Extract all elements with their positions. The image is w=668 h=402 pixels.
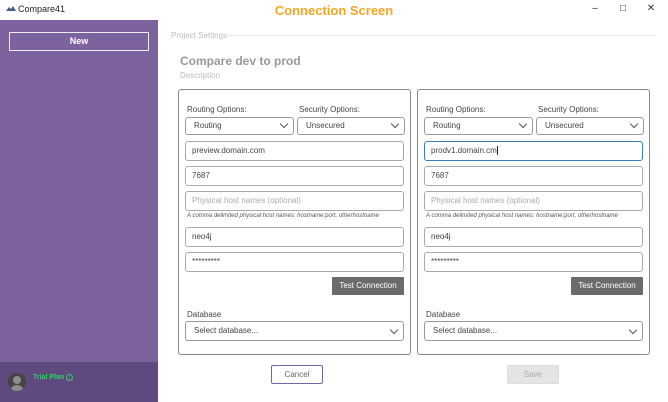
chevron-down-icon <box>389 325 399 335</box>
project-name-field[interactable]: Compare dev to prod <box>180 54 301 68</box>
port-input[interactable]: 7687 <box>424 166 643 186</box>
test-connection-button[interactable]: Test Connection <box>332 277 404 295</box>
text-cursor <box>496 146 498 156</box>
chevron-down-icon <box>518 119 528 129</box>
database-select-value: Select database... <box>194 326 259 335</box>
physical-hosts-input[interactable]: Physical host names (optional) <box>185 191 404 211</box>
chevron-down-icon <box>390 119 400 129</box>
routing-options-label: Routing Options: <box>187 105 247 114</box>
database-select-value: Select database... <box>433 326 498 335</box>
database-select[interactable]: Select database... <box>185 321 404 341</box>
chevron-down-icon <box>279 119 289 129</box>
maximize-button[interactable]: □ <box>613 3 633 14</box>
plan-label: Trial Plan <box>33 374 65 381</box>
security-options-label: Security Options: <box>299 105 360 114</box>
username-input[interactable]: neo4j <box>424 227 643 247</box>
routing-options-label: Routing Options: <box>426 105 486 114</box>
host-input[interactable]: preview.domain.com <box>185 141 404 161</box>
physical-hosts-hint: A comma delimited physical host names: h… <box>426 213 618 219</box>
routing-select-value: Routing <box>433 121 461 130</box>
sidebar-footer: Trial Plan i <box>0 362 158 402</box>
window-center-title: Connection Screen <box>274 3 394 18</box>
password-input[interactable]: ********* <box>185 252 404 272</box>
test-connection-button[interactable]: Test Connection <box>571 277 643 295</box>
trial-plan-badge[interactable]: Trial Plan i <box>33 374 74 381</box>
chevron-down-icon <box>629 119 639 129</box>
title-bar: Compare41 Connection Screen – □ ✕ <box>0 0 668 20</box>
user-avatar-icon[interactable] <box>8 373 26 391</box>
new-project-button[interactable]: New <box>9 32 149 51</box>
sidebar: New Trial Plan i <box>0 20 158 402</box>
routing-select[interactable]: Routing <box>185 117 294 135</box>
chevron-down-icon <box>628 325 638 335</box>
info-icon: i <box>66 374 74 381</box>
database-label: Database <box>187 310 222 319</box>
security-select[interactable]: Unsecured <box>297 117 405 135</box>
host-input[interactable]: prodv1.domain.cm <box>424 141 643 161</box>
security-select[interactable]: Unsecured <box>536 117 644 135</box>
port-input[interactable]: 7687 <box>185 166 404 186</box>
cancel-button[interactable]: Cancel <box>271 365 323 384</box>
database-select[interactable]: Select database... <box>424 321 643 341</box>
physical-hosts-hint: A comma delimited physical host names: h… <box>187 213 379 219</box>
routing-select[interactable]: Routing <box>424 117 533 135</box>
security-options-label: Security Options: <box>538 105 599 114</box>
section-divider <box>228 35 656 36</box>
minimize-button[interactable]: – <box>585 3 605 14</box>
host-input-value: prodv1.domain.cm <box>431 146 497 155</box>
password-input[interactable]: ********* <box>424 252 643 272</box>
database-label: Database <box>426 310 461 319</box>
project-settings-label: Project Settings <box>171 31 228 40</box>
target-connection-panel: Routing Options: Security Options: Routi… <box>417 89 650 355</box>
username-input[interactable]: neo4j <box>185 227 404 247</box>
routing-select-value: Routing <box>194 121 222 130</box>
description-field[interactable]: Description <box>180 71 220 80</box>
security-select-value: Unsecured <box>545 121 584 130</box>
save-button[interactable]: Save <box>507 365 559 384</box>
close-button[interactable]: ✕ <box>641 3 661 14</box>
security-select-value: Unsecured <box>306 121 345 130</box>
source-connection-panel: Routing Options: Security Options: Routi… <box>178 89 411 355</box>
physical-hosts-input[interactable]: Physical host names (optional) <box>424 191 643 211</box>
